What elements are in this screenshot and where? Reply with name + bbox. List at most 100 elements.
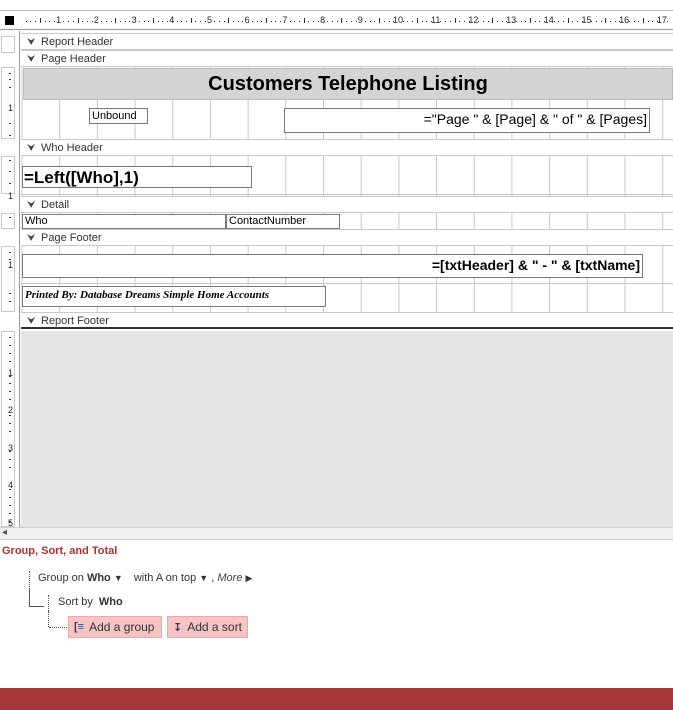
ruler-tick — [614, 21, 616, 22]
section-selector[interactable] — [1, 213, 15, 229]
section-selector[interactable] — [1, 331, 15, 527]
tree-connector — [48, 611, 49, 627]
ruler-tick — [270, 21, 272, 22]
contact-field-text: ContactNumber — [229, 215, 307, 227]
group-on-row[interactable]: Group on Who ▼ with A on top ▼ , More ▶ — [38, 572, 252, 584]
ruler-tick — [49, 21, 51, 22]
footer-expression-textbox[interactable]: =[txtHeader] & " - " & [txtName] — [22, 254, 643, 278]
ruler-tick — [223, 21, 225, 22]
horizontal-scrollbar[interactable]: ◂ — [0, 527, 673, 540]
page-number-textbox[interactable]: ="Page " & [Page] & " of " & [Pages] — [284, 108, 650, 133]
ruler-tick — [77, 18, 79, 23]
report-selector-box[interactable] — [5, 16, 14, 25]
unbound-textbox[interactable]: Unbound — [89, 108, 148, 124]
page-header-label: Page Header — [41, 53, 106, 65]
section-selector[interactable] — [1, 246, 15, 312]
report-header-bar[interactable]: ⮟ Report Header — [21, 33, 673, 50]
sort-order-dropdown-icon[interactable]: ▼ — [199, 573, 208, 583]
ruler-tick — [449, 21, 451, 22]
add-group-icon: [≡ — [74, 621, 85, 633]
sort-by-prefix: Sort by — [58, 596, 93, 608]
who-textbox[interactable]: Who — [22, 214, 226, 229]
contact-number-textbox[interactable]: ContactNumber — [226, 214, 340, 229]
ruler-tick — [313, 21, 315, 22]
group-row-handle[interactable] — [29, 571, 30, 589]
ruler-tick — [365, 21, 366, 22]
ruler-tick — [299, 21, 301, 22]
ruler-tick — [63, 21, 65, 22]
ruler-tick — [9, 301, 11, 302]
ruler-tick — [9, 123, 11, 124]
sort-order-option[interactable]: with A on top — [134, 572, 196, 584]
section-selector[interactable] — [1, 36, 15, 53]
more-arrow-icon[interactable]: ▶ — [246, 573, 253, 583]
ruler-tick — [266, 18, 268, 23]
page-number-expr: ="Page " & [Page] & " of " & [Pages] — [423, 111, 647, 127]
design-surface[interactable]: ⮟ Report Header ⮟ Page Header Customers … — [21, 31, 673, 527]
ruler-tick — [487, 21, 489, 22]
group-field-dropdown-icon[interactable]: ▼ — [114, 573, 123, 583]
page-header-bar[interactable]: ⮟ Page Header — [21, 50, 673, 67]
page-footer-label: Page Footer — [41, 232, 102, 244]
ruler-tick — [369, 21, 371, 22]
ruler-tick — [204, 21, 206, 22]
add-group-button[interactable]: [≡ Add a group — [68, 616, 162, 638]
ruler-tick — [558, 21, 560, 22]
ruler-tick — [9, 467, 11, 468]
horizontal-ruler[interactable]: 1 2 3 4 5 6 7 8 9 10 11 12 13 14 15 16 17 — [0, 12, 673, 30]
section-selector[interactable] — [1, 156, 15, 194]
tree-connector — [49, 627, 67, 628]
ruler-tick — [129, 21, 131, 22]
ruler-tick — [9, 391, 11, 392]
ruler-number: 6 — [244, 15, 250, 25]
grid-line — [21, 194, 673, 195]
add-sort-button[interactable]: ↧ Add a sort — [167, 616, 248, 638]
ruler-tick — [181, 21, 183, 22]
ruler-tick — [185, 21, 187, 22]
ruler-tick — [72, 21, 74, 22]
ruler-number: 2 — [93, 15, 99, 25]
ruler-tick — [492, 18, 494, 23]
ruler-number: 7 — [282, 15, 288, 25]
more-options-link[interactable]: More — [217, 572, 242, 584]
ruler-tick — [9, 345, 11, 346]
empty-design-area[interactable] — [21, 331, 673, 527]
detail-bar[interactable]: ⮟ Detail — [21, 196, 673, 213]
ruler-tick — [214, 21, 216, 22]
group-on-field[interactable]: Who — [87, 572, 111, 584]
ruler-tick — [261, 21, 263, 22]
ruler-tick — [82, 21, 84, 22]
ruler-tick — [9, 293, 11, 294]
report-footer-bar[interactable]: ⮟ Report Footer — [21, 312, 673, 329]
ruler-number: 14 — [543, 15, 554, 25]
page-footer-bar[interactable]: ⮟ Page Footer — [21, 229, 673, 246]
ruler-tick — [520, 21, 522, 22]
ruler-tick — [383, 21, 385, 22]
ruler-tick — [143, 21, 145, 22]
sort-by-row[interactable]: Sort by Who — [58, 596, 123, 608]
scroll-left-icon[interactable]: ◂ — [2, 527, 7, 538]
footer-expression-text: =[txtHeader] & " - " & [txtName] — [431, 257, 640, 273]
ruler-tick — [534, 21, 536, 22]
who-header-bar[interactable]: ⮟ Who Header — [21, 139, 673, 156]
status-bar — [0, 688, 673, 710]
ruler-tick — [496, 21, 498, 22]
band-arrow-icon: ⮟ — [27, 233, 36, 244]
report-design-window: 1 2 3 4 5 6 7 8 9 10 11 12 13 14 15 16 17 11112345 ⮟ Rep… — [0, 0, 673, 710]
ruler-tick — [9, 383, 11, 384]
ruler-number: 1 — [8, 191, 14, 201]
tree-connector — [29, 589, 30, 607]
ruler-tick — [9, 423, 11, 424]
report-title-label[interactable]: Customers Telephone Listing — [23, 68, 673, 100]
ruler-tick — [9, 73, 11, 74]
vertical-ruler[interactable]: 11112345 — [0, 31, 20, 528]
who-initial-textbox[interactable]: =Left([Who],1) — [22, 166, 252, 188]
ruler-tick — [30, 21, 32, 22]
printed-by-label[interactable]: Printed By: Database Dreams Simple Home … — [22, 286, 326, 307]
ruler-tick — [157, 21, 159, 22]
sort-row-handle[interactable] — [48, 595, 49, 611]
ruler-tick — [105, 21, 107, 22]
ruler-tick — [336, 21, 338, 22]
sort-by-field[interactable]: Who — [99, 596, 123, 608]
ruler-tick — [9, 513, 11, 514]
